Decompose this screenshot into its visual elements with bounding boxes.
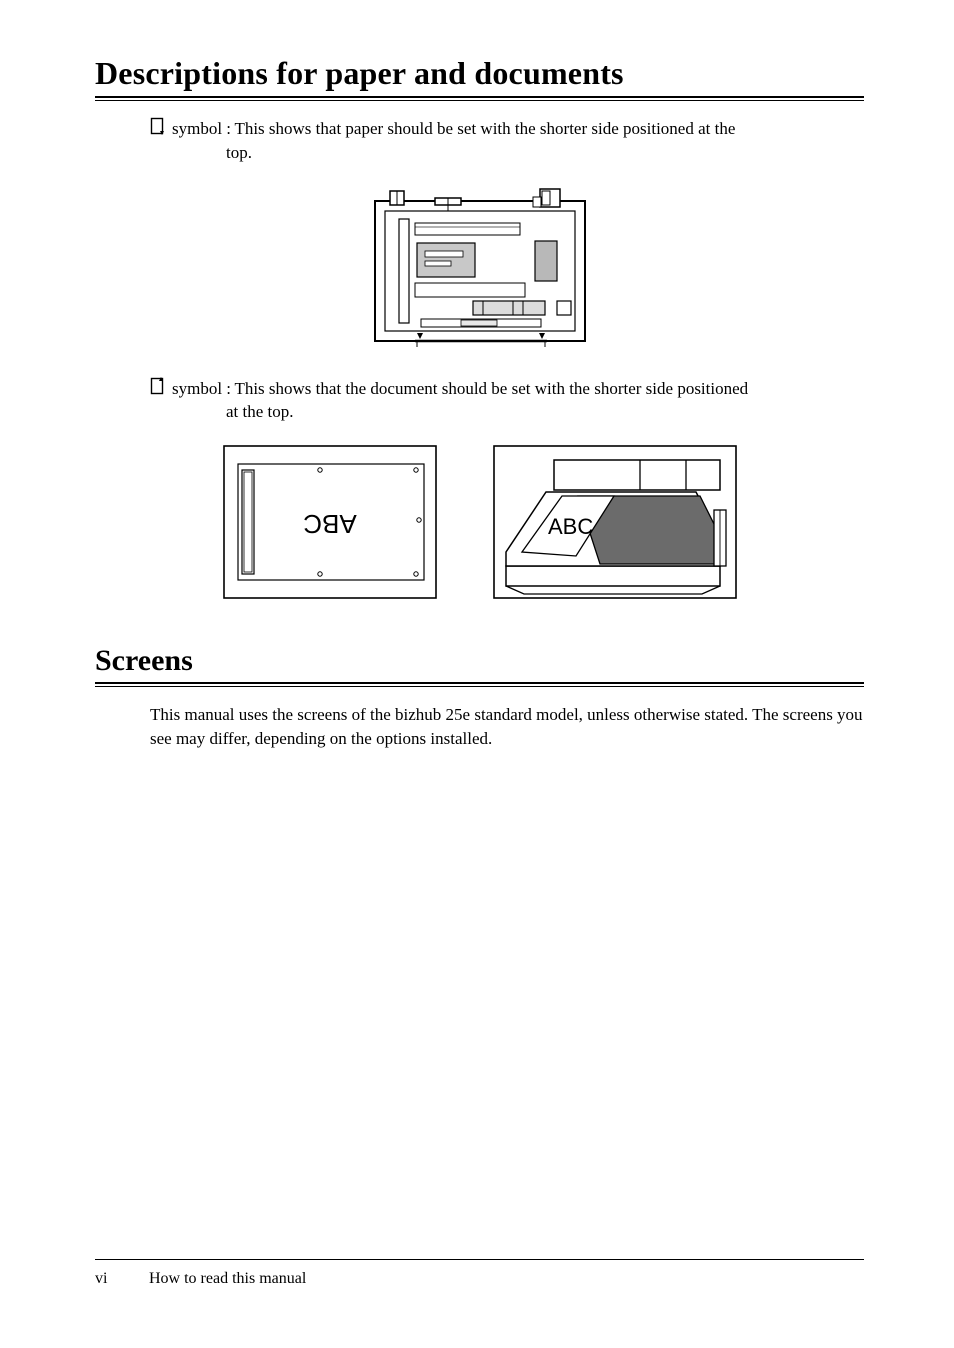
heading-screens: Screens [95,644,864,678]
scanner-illustration: ABC [490,442,740,602]
document-orientation-icon [150,377,166,397]
para-paper-symbol: symbol : This shows that paper should be… [150,117,864,165]
paper-orientation-icon [150,117,166,137]
para-screens: This manual uses the screens of the bizh… [150,703,864,751]
heading-rule-thick [95,96,864,98]
adf-label: ABC [303,509,356,539]
figure-document-feeders: ABC ABC [95,442,864,602]
footer-rule [95,1259,864,1260]
heading2-rule-thin [95,686,864,687]
heading-rule-thin [95,100,864,101]
page-footer: vi How to read this manual [95,1259,864,1288]
para-paper-text: symbol : This shows that paper should be… [172,117,864,141]
scanner-label: ABC [548,514,593,539]
para-document-cont: at the top. [226,400,864,424]
figure-printer-tray [95,183,864,353]
heading-descriptions: Descriptions for paper and documents [95,55,864,92]
para-document-text: symbol : This shows that the document sh… [172,377,864,401]
para-document-symbol: symbol : This shows that the document sh… [150,377,864,425]
footer-chapter: How to read this manual [149,1270,306,1287]
printer-tray-illustration [365,183,595,353]
adf-illustration: ABC [220,442,440,602]
footer-page-number: vi [95,1270,145,1288]
heading2-rule-thick [95,682,864,684]
page-body: Descriptions for paper and documents sym… [0,0,954,751]
para-paper-cont: top. [226,141,864,165]
